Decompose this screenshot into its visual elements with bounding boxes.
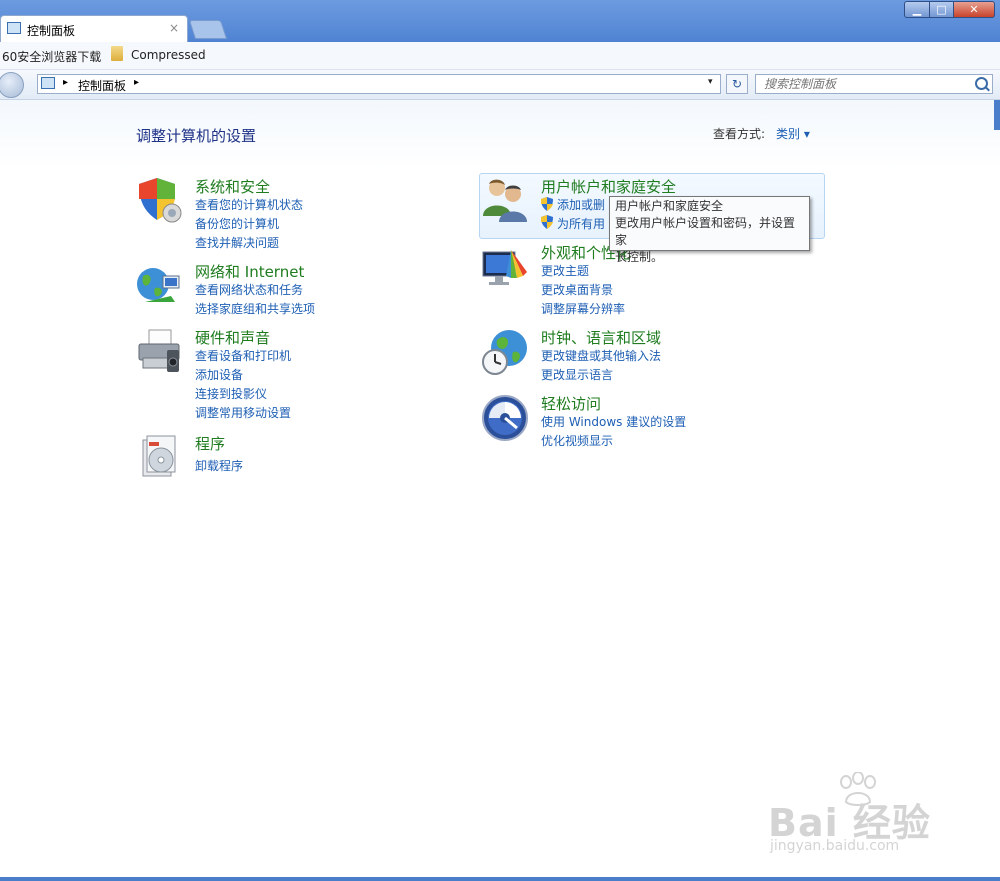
control-panel-icon (41, 77, 55, 89)
window-border (0, 877, 1000, 881)
bookmark-compressed[interactable]: Compressed (131, 48, 206, 62)
bookmark-360-download[interactable]: 60安全浏览器下载 (2, 48, 101, 65)
browser-tab[interactable]: 控制面板 × (0, 15, 188, 42)
link-screen-resolution[interactable]: 调整屏幕分辨率 (541, 300, 625, 317)
tooltip: 用户帐户和家庭安全 更改用户帐户设置和密码，并设置家 长控制。 (609, 196, 810, 264)
close-button[interactable]: ✕ (953, 1, 995, 18)
link-uninstall-program[interactable]: 卸载程序 (195, 457, 243, 474)
minimize-button[interactable]: ▁ (904, 1, 930, 18)
refresh-button[interactable]: ↻ (726, 74, 748, 94)
search-input[interactable] (764, 76, 964, 92)
shield-icon (139, 178, 182, 223)
link-optimize-display[interactable]: 优化视频显示 (541, 432, 613, 449)
link-add-remove-accounts[interactable]: 添加或删 (557, 196, 605, 213)
control-panel-icon (7, 22, 21, 34)
new-tab-button[interactable] (188, 20, 228, 39)
users-icon (483, 179, 527, 222)
address-bar[interactable] (37, 74, 721, 94)
tab-title: 控制面板 (27, 24, 76, 38)
link-devices-printers[interactable]: 查看设备和打印机 (195, 347, 291, 364)
search-box[interactable] (755, 74, 993, 94)
programs-icon (142, 435, 176, 477)
tooltip-line: 更改用户帐户设置和密码，并设置家 (615, 216, 796, 247)
link-troubleshoot[interactable]: 查找并解决问题 (195, 234, 279, 251)
link-add-device[interactable]: 添加设备 (195, 366, 243, 383)
window-border (994, 100, 1000, 130)
uac-shield-icon (541, 197, 553, 211)
search-icon[interactable] (975, 77, 988, 90)
link-desktop-background[interactable]: 更改桌面背景 (541, 281, 613, 298)
link-recommended-settings[interactable]: 使用 Windows 建议的设置 (541, 413, 686, 430)
printer-icon (138, 329, 180, 372)
uac-shield-icon (541, 215, 553, 229)
link-network-status[interactable]: 查看网络状态和任务 (195, 281, 303, 298)
breadcrumb-arrow-icon[interactable]: ▸ (63, 77, 68, 88)
clock-globe-icon (482, 330, 527, 375)
link-homegroup-sharing[interactable]: 选择家庭组和共享选项 (195, 300, 315, 317)
network-globe-icon (137, 268, 180, 302)
link-connect-projector[interactable]: 连接到投影仪 (195, 385, 267, 402)
link-view-computer-status[interactable]: 查看您的计算机状态 (195, 196, 303, 213)
maximize-button[interactable]: □ (929, 1, 954, 18)
tab-close-icon[interactable]: × (169, 21, 179, 35)
link-mobility-settings[interactable]: 调整常用移动设置 (195, 404, 291, 421)
tooltip-title: 用户帐户和家庭安全 (615, 199, 724, 213)
link-change-theme[interactable]: 更改主题 (541, 262, 589, 279)
tooltip-line: 长控制。 (615, 250, 664, 264)
link-parental-controls[interactable]: 为所有用 (557, 215, 605, 232)
address-dropdown-icon[interactable]: ▾ (708, 77, 713, 87)
baidu-watermark: Bai 经验 jingyan.baidu.com (768, 770, 948, 860)
link-change-keyboard[interactable]: 更改键盘或其他输入法 (541, 347, 661, 364)
link-backup-computer[interactable]: 备份您的计算机 (195, 215, 279, 232)
breadcrumb-arrow-icon[interactable]: ▸ (134, 77, 139, 88)
category-ease-of-access[interactable]: 轻松访问 (541, 393, 601, 414)
category-clock-language-region[interactable]: 时钟、语言和区域 (541, 327, 661, 348)
page-title: 调整计算机的设置 (136, 127, 257, 145)
appearance-monitor-icon (482, 250, 527, 285)
ease-of-access-icon (482, 395, 528, 441)
category-programs[interactable]: 程序 (195, 433, 225, 454)
category-user-accounts[interactable]: 用户帐户和家庭安全 (541, 176, 676, 197)
view-by-label: 查看方式: (713, 127, 766, 141)
folder-icon (111, 46, 123, 61)
category-system-security[interactable]: 系统和安全 (195, 176, 270, 197)
breadcrumb-control-panel[interactable]: 控制面板 (78, 77, 126, 94)
link-display-language[interactable]: 更改显示语言 (541, 366, 613, 383)
category-network-internet[interactable]: 网络和 Internet (195, 261, 304, 282)
category-hardware-sound[interactable]: 硬件和声音 (195, 327, 270, 348)
watermark-url: jingyan.baidu.com (770, 838, 900, 854)
view-by-dropdown[interactable]: 类别 ▾ (776, 125, 810, 142)
